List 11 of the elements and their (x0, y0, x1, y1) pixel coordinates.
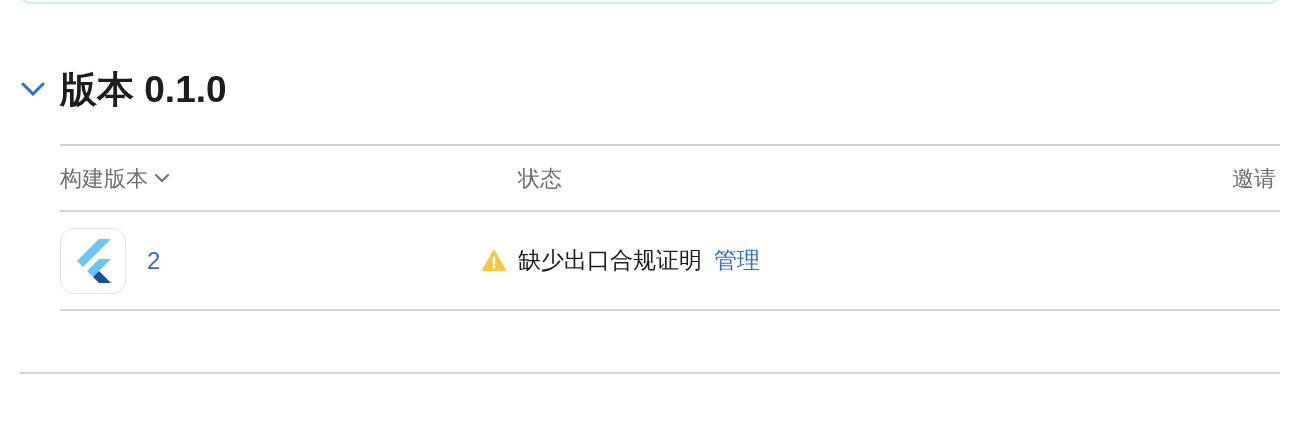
column-header: 状态 (518, 164, 562, 193)
column-header: 邀请 (1232, 164, 1276, 193)
status-text: 缺少出口合规证明 (518, 246, 702, 276)
build-link[interactable]: 2 (147, 242, 161, 279)
app-icon (60, 227, 126, 294)
column-header[interactable]: 构建版本 (60, 161, 170, 195)
section-title: 版本 0.1.0 (60, 70, 227, 108)
column-header-label: 构建版本 (60, 164, 148, 193)
warning-icon (482, 250, 506, 271)
sort-caret-icon[interactable] (154, 173, 170, 183)
manage-link[interactable]: 管理 (714, 243, 760, 278)
